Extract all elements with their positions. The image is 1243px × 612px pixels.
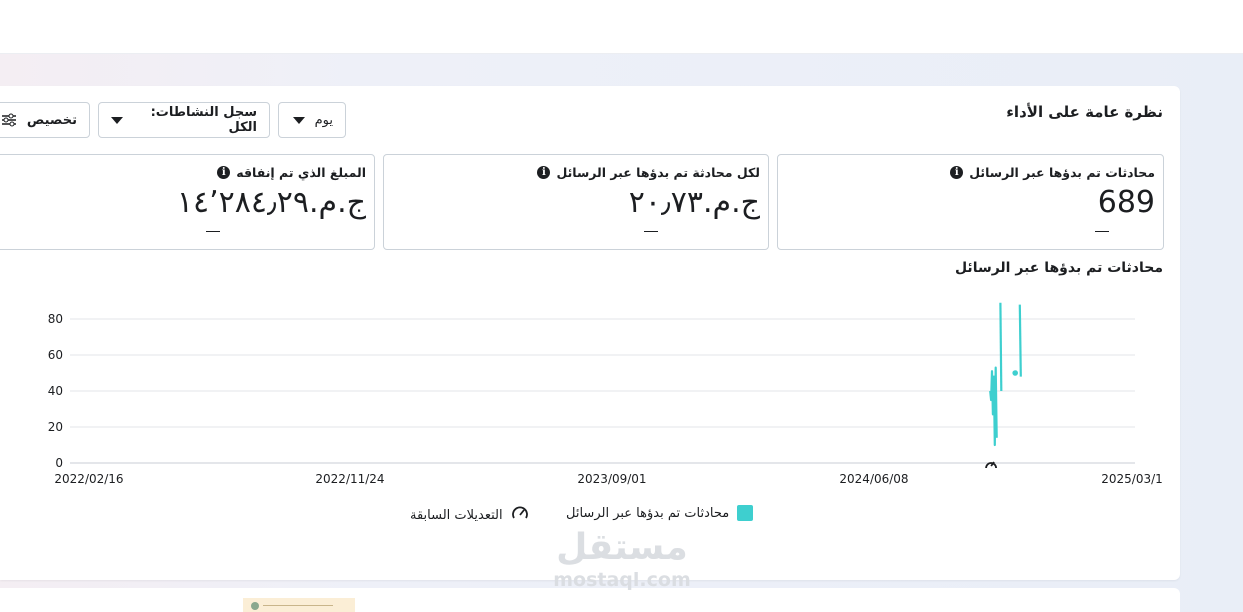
- metric-label: محادثات تم بدؤها عبر الرسائل: [969, 165, 1155, 180]
- y-tick-label: 80: [48, 312, 63, 326]
- metric-value: 689: [1097, 185, 1155, 220]
- series-line: [999, 302, 1003, 392]
- legend-swatch: [737, 505, 754, 521]
- metric-label: لكل محادثة تم بدؤها عبر الرسائل: [556, 165, 760, 180]
- series-line: [1018, 304, 1022, 377]
- x-tick-label: 2022/11/24: [315, 472, 384, 486]
- thumbnail-image: [243, 598, 355, 612]
- page-title: نظرة عامة على الأداء: [1006, 103, 1163, 121]
- info-icon[interactable]: i: [217, 166, 231, 179]
- x-tick-label: 2023/09/01: [577, 472, 646, 486]
- chart-title: محادثات تم بدؤها عبر الرسائل: [954, 260, 1163, 276]
- top-bar: [0, 0, 1243, 54]
- caret-down-icon: [292, 116, 305, 124]
- y-tick-label: 40: [48, 384, 63, 398]
- y-tick-label: 0: [55, 456, 63, 470]
- period-dropdown[interactable]: يوم: [278, 102, 346, 138]
- series-point: [1012, 370, 1018, 376]
- x-tick-label: 2022/02/16: [54, 472, 123, 486]
- metric-card-amount-spent: المبلغ الذي تم إنفاقه i ج.م.‏١٤٬٢٨٤٫٢٩: [0, 154, 375, 250]
- legend-item-previous-edits[interactable]: التعديلات السابقة: [410, 505, 529, 525]
- metric-delta: [644, 231, 658, 232]
- y-tick-label: 20: [48, 420, 63, 434]
- conversations-line-chart: 0 20 40 60 80 2022/02/16 2022/11/24 2023/09/01 2…: [0, 290, 1180, 500]
- metric-card-conversations: محادثات تم بدؤها عبر الرسائل i 689: [777, 154, 1164, 250]
- metric-value: ج.م.‏١٤٬٢٨٤٫٢٩: [176, 185, 366, 220]
- legend-label: محادثات تم بدؤها عبر الرسائل: [566, 505, 730, 521]
- metric-delta: [206, 231, 220, 232]
- customize-label: تخصيص: [26, 112, 77, 128]
- legend-item-conversations[interactable]: محادثات تم بدؤها عبر الرسائل: [566, 505, 754, 521]
- info-icon[interactable]: i: [950, 166, 964, 179]
- watermark: مستقل mostaql.com: [547, 526, 697, 590]
- metric-delta: [1095, 231, 1109, 232]
- settings-sliders-icon: [1, 113, 17, 127]
- activity-history-dropdown[interactable]: سجل النشاطات: الكل: [98, 102, 270, 138]
- metric-label: المبلغ الذي تم إنفاقه: [236, 165, 366, 180]
- info-icon[interactable]: i: [537, 166, 551, 179]
- customize-button[interactable]: تخصيص: [0, 102, 90, 138]
- period-label: يوم: [314, 112, 333, 128]
- metric-card-cost-per-conversation: لكل محادثة تم بدؤها عبر الرسائل i ج.م.‏٢…: [383, 154, 769, 250]
- activity-label: سجل النشاطات: الكل: [150, 105, 257, 135]
- metric-value: ج.م.‏٢٠٫٧٣: [628, 185, 760, 220]
- watermark-arabic: مستقل: [556, 527, 688, 568]
- y-tick-label: 60: [48, 348, 63, 362]
- edit-history-icon: [511, 505, 529, 525]
- watermark-latin: mostaql.com: [553, 569, 691, 591]
- caret-down-icon: [111, 116, 123, 124]
- series-line: [989, 366, 998, 447]
- next-panel: [0, 588, 1180, 612]
- x-tick-label: 2024/06/08: [839, 472, 908, 486]
- legend-label: التعديلات السابقة: [410, 507, 503, 523]
- x-tick-label: 2025/03/1: [1101, 472, 1163, 486]
